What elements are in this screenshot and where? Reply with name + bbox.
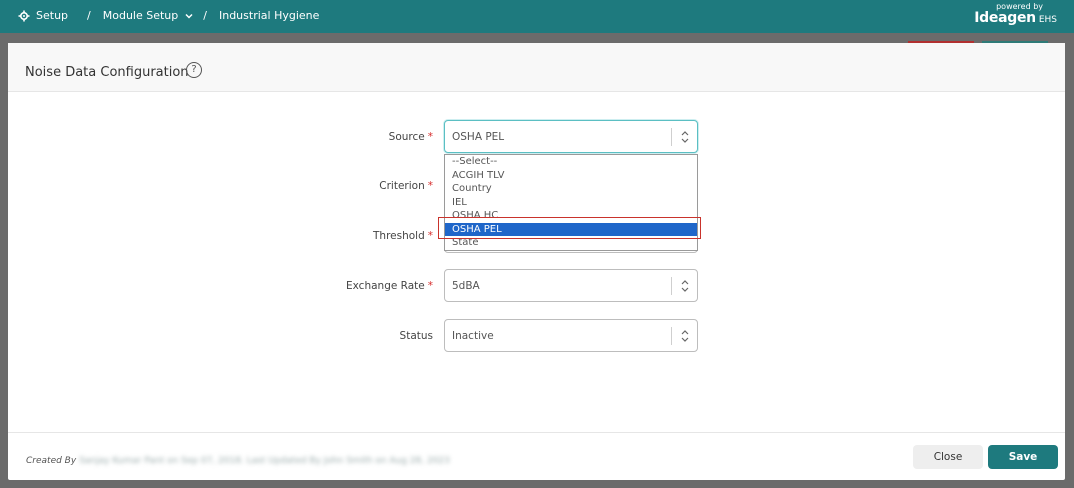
close-button[interactable]: Close [913,445,983,469]
help-icon[interactable]: ? [186,62,202,78]
brand-logo: powered by Ideagen EHS [974,3,1057,26]
exchange-rate-select[interactable]: 5dBA [444,269,698,302]
threshold-label-text: Threshold [373,230,425,242]
breadcrumb-current: Industrial Hygiene [218,9,320,22]
exchange-rate-label: Exchange Rate * [233,280,433,292]
status-select[interactable]: Inactive [444,319,698,352]
gear-icon [18,10,30,21]
exchange-rate-label-text: Exchange Rate [346,280,425,292]
required-marker: * [427,230,433,242]
audit-details: Sanjay Kumar Pant on Sep 07, 2018. Last … [79,456,450,466]
modal-header: Noise Data Configuration ? [8,43,1065,92]
select-divider [671,327,672,345]
dropdown-option[interactable]: Country [445,182,697,196]
threshold-label: Threshold * [233,230,433,242]
sort-arrows-icon [681,131,689,143]
modal-title: Noise Data Configuration [25,65,189,80]
dropdown-option[interactable]: --Select-- [445,155,697,169]
noise-config-modal: Noise Data Configuration ? Source * OSHA … [8,43,1065,480]
source-label: Source * [233,131,433,143]
top-bar: Setup / Module Setup / Industrial Hygien… [0,0,1074,33]
breadcrumb: Setup / Module Setup / Industrial Hygien… [18,9,319,22]
status-label-text: Status [399,330,433,342]
chevron-down-icon[interactable] [184,11,194,21]
breadcrumb-separator: / [203,9,207,22]
criterion-label: Criterion * [233,180,433,192]
modal-footer: Created By Sanjay Kumar Pant on Sep 07, 2… [8,432,1065,481]
logo-suffix: EHS [1038,15,1057,25]
breadcrumb-separator: / [87,9,91,22]
source-select[interactable]: OSHA PEL [444,120,698,153]
required-marker: * [427,131,433,143]
source-label-text: Source [388,131,425,143]
sort-arrows-icon [681,280,689,292]
sort-arrows-icon [681,330,689,342]
save-button[interactable]: Save [988,445,1058,469]
exchange-rate-value: 5dBA [452,280,480,292]
dropdown-option[interactable]: IEL [445,196,697,210]
required-marker: * [427,280,433,292]
required-marker: * [427,180,433,192]
status-label: Status [233,330,433,342]
select-divider [671,277,672,295]
created-by-label: Created By [26,456,77,466]
status-value: Inactive [452,330,494,342]
highlight-box [438,217,701,239]
logo-text: Ideagen [974,10,1036,26]
criterion-label-text: Criterion [379,180,425,192]
dropdown-option[interactable]: ACGIH TLV [445,169,697,183]
audit-info: Created By Sanjay Kumar Pant on Sep 07, 2… [26,456,450,466]
select-divider [671,128,672,146]
breadcrumb-setup[interactable]: Setup [36,9,68,22]
breadcrumb-module-setup[interactable]: Module Setup [103,9,179,22]
source-value: OSHA PEL [452,131,505,143]
